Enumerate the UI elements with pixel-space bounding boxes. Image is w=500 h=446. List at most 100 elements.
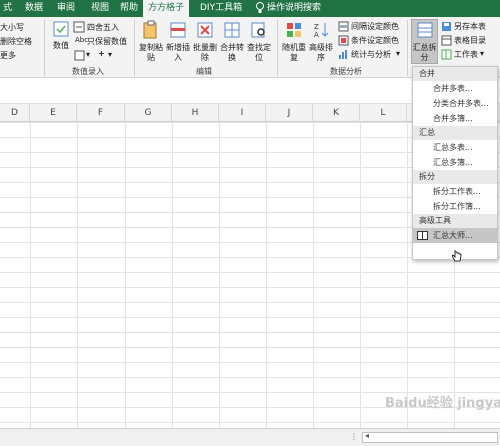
numeric-group-label: 数值录入 <box>72 67 104 76</box>
tab-data[interactable]: 数据 <box>20 0 48 17</box>
save-sheet-icon <box>442 22 451 31</box>
analysis-group-label: 数据分析 <box>330 67 362 76</box>
plus-button[interactable]: + <box>98 49 105 58</box>
column-header[interactable]: G <box>125 104 172 122</box>
tell-me-search[interactable]: 操作说明搜索 <box>262 0 326 17</box>
tab-view[interactable]: 视图 <box>86 0 114 17</box>
merge-convert-label: 合并转 换 <box>220 43 244 62</box>
advanced-sort-button[interactable]: ZA 高级排 序 <box>308 20 334 63</box>
column-header[interactable]: D <box>0 104 30 122</box>
random-repeat-button[interactable]: 随机重 复 <box>281 20 307 63</box>
column-header[interactable]: I <box>219 104 266 122</box>
svg-text:Z: Z <box>314 23 319 31</box>
column-header[interactable]: H <box>172 104 219 122</box>
find-locate-button[interactable]: 查找定 位 <box>246 20 272 63</box>
insert-button[interactable]: 新增插 入 <box>165 20 191 63</box>
value-button[interactable]: 数值 <box>50 20 72 51</box>
delete-icon <box>197 22 213 38</box>
watermark: Baidu经验 jingyan.baidu.com <box>385 396 500 411</box>
advanced-sort-label: 高级排 序 <box>309 43 333 62</box>
separator <box>407 20 408 76</box>
svg-text:A: A <box>314 31 319 39</box>
table-directory-button[interactable]: 表格目录 <box>454 35 486 46</box>
sort-icon: ZA <box>314 23 329 39</box>
horizontal-scrollbar[interactable]: ⋮ ◂ <box>0 428 500 446</box>
separator <box>134 20 135 76</box>
statistics-dropdown-icon[interactable]: ▾ <box>396 49 400 58</box>
scroll-left-icon[interactable]: ◂ <box>365 431 369 440</box>
more-button[interactable]: 更多 <box>0 50 16 61</box>
clipboard-icon <box>143 20 157 39</box>
ribbon-tab-bar: 式 数据 审阅 视图 帮助 方方格子 DIY工具箱 操作说明搜索 <box>0 0 500 17</box>
tab-fangfanggezi[interactable]: 方方格子 <box>143 0 190 17</box>
menu-item-category-merge[interactable]: 分类合并多表... <box>413 96 497 111</box>
column-header[interactable]: K <box>313 104 360 122</box>
grid-line <box>407 122 408 428</box>
plus-dropdown-icon[interactable]: ▾ <box>108 50 112 59</box>
column-header[interactable]: E <box>30 104 77 122</box>
menu-item-split-workbook[interactable]: 拆分工作簿... <box>413 199 497 214</box>
grid-line <box>77 122 78 428</box>
menu-section-merge: 合并 <box>413 67 497 81</box>
menu-item-merge-sheets[interactable]: 合并多表... <box>413 81 497 96</box>
edit-group-label: 编辑 <box>196 67 212 76</box>
column-header[interactable]: J <box>266 104 313 122</box>
menu-item-summary-sheets[interactable]: 汇总多表... <box>413 140 497 155</box>
copy-paste-button[interactable]: 复制粘 贴 <box>138 20 164 63</box>
hand-cursor-icon <box>452 250 462 262</box>
condition-color-button[interactable]: 条件设定颜色 <box>351 35 399 46</box>
worksheet-button[interactable]: 工作表 <box>454 49 478 60</box>
menu-section-summary: 汇总 <box>413 126 497 140</box>
scroll-track[interactable]: ◂ <box>362 431 498 443</box>
random-repeat-label: 随机重 复 <box>282 43 306 62</box>
column-header[interactable]: F <box>77 104 125 122</box>
insert-label: 新增插 入 <box>166 43 190 62</box>
grid-line <box>172 122 173 428</box>
trim-space-button[interactable]: 删除空格 <box>0 36 32 47</box>
grid-line <box>30 122 31 428</box>
tab-diy-toolbox[interactable]: DIY工具箱 <box>195 0 247 17</box>
grid-line <box>219 122 220 428</box>
interval-color-button[interactable]: 间隔设定颜色 <box>351 21 399 32</box>
round-icon <box>73 21 85 33</box>
save-sheet-button[interactable]: 另存本表 <box>454 21 486 32</box>
menu-item-split-worksheet[interactable]: 拆分工作表... <box>413 184 497 199</box>
merge-convert-button[interactable]: 合并转 换 <box>219 20 245 63</box>
tab-help[interactable]: 帮助 <box>115 0 143 17</box>
case-button[interactable]: 大小写 <box>0 22 24 33</box>
grid-line <box>360 122 361 428</box>
summary-master-icon <box>417 231 428 240</box>
separator <box>277 20 278 76</box>
value-icon <box>53 21 69 37</box>
sheet-nav-dots-icon[interactable]: ⋮ <box>350 432 358 441</box>
find-icon <box>251 22 265 38</box>
statistics-button[interactable]: 统计与分析 <box>351 49 391 60</box>
batch-delete-button[interactable]: 批量删 除 <box>192 20 218 63</box>
menu-section-advanced: 高级工具 <box>413 214 497 228</box>
menu-item-summary-master-label: 汇总大师... <box>433 231 473 240</box>
keep-value-button[interactable]: 只保留数值 <box>87 36 127 47</box>
insert-icon <box>170 22 186 38</box>
tab-review[interactable]: 审阅 <box>52 0 80 17</box>
interval-color-icon <box>338 21 349 32</box>
grid-line <box>125 122 126 428</box>
menu-item-summary-books[interactable]: 汇总多簿... <box>413 155 497 170</box>
menu-item-summary-master[interactable]: 汇总大师... <box>413 228 497 243</box>
dropdown-arrow-icon[interactable]: ▾ <box>86 50 90 59</box>
batch-delete-label: 批量删 除 <box>193 43 217 62</box>
worksheet-dropdown-icon[interactable]: ▾ <box>480 49 484 58</box>
column-header[interactable]: L <box>360 104 407 122</box>
summary-icon <box>417 22 432 38</box>
summary-split-button[interactable]: 汇总拆 分 <box>411 19 438 64</box>
menu-section-split: 拆分 <box>413 170 497 184</box>
value-label: 数值 <box>53 41 69 50</box>
statistics-icon <box>339 50 347 59</box>
merge-icon <box>224 22 240 38</box>
round-button[interactable]: 四舍五入 <box>87 22 119 33</box>
summary-split-menu: 合并 合并多表... 分类合并多表... 合并多簿... 汇总 汇总多表... … <box>412 66 498 260</box>
tab-formula[interactable]: 式 <box>0 0 17 17</box>
menu-item-merge-books[interactable]: 合并多簿... <box>413 111 497 126</box>
grid-line <box>266 122 267 428</box>
condition-color-icon <box>338 35 349 46</box>
edit-icon <box>74 50 85 61</box>
